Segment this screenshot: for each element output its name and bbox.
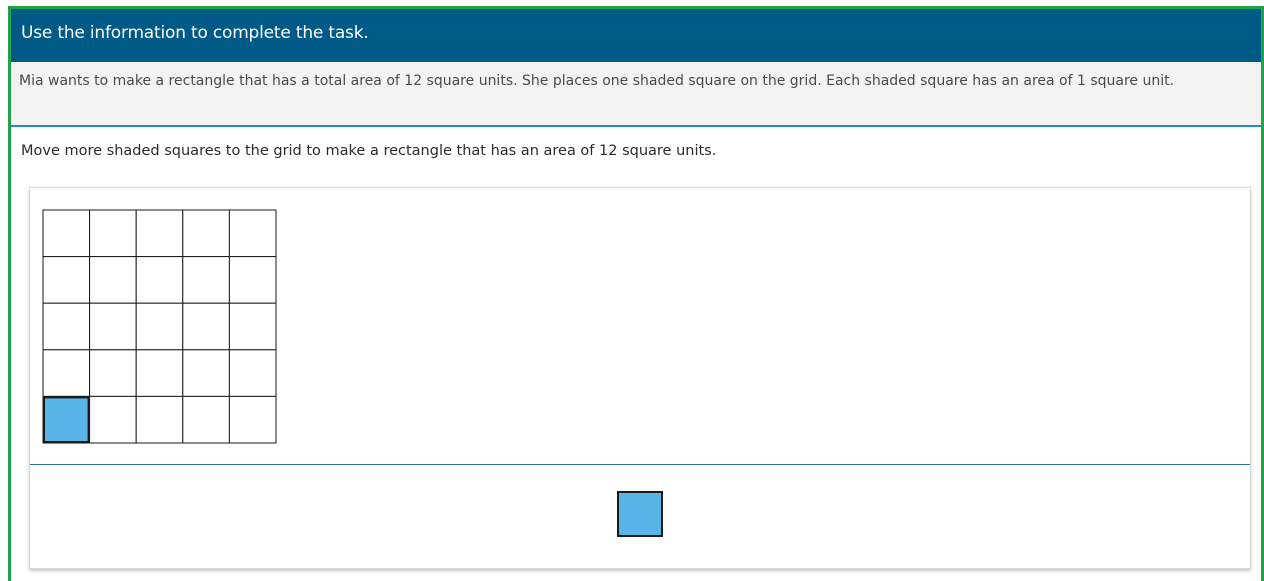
placement-grid[interactable] (42, 209, 278, 445)
grid-cell[interactable] (89, 349, 137, 397)
grid-cell[interactable] (182, 395, 230, 444)
placed-shaded-square[interactable] (43, 396, 90, 443)
grid-cell[interactable] (89, 256, 137, 304)
header-bar: Use the information to complete the task… (11, 9, 1261, 62)
grid-cell[interactable] (182, 302, 230, 351)
grid-cell[interactable] (182, 209, 230, 258)
grid-cell[interactable] (228, 302, 277, 351)
grid-cell[interactable] (135, 302, 184, 351)
workspace-divider (30, 464, 1250, 465)
stimulus-text: Mia wants to make a rectangle that has a… (11, 62, 1261, 127)
grid-cell[interactable] (89, 302, 137, 351)
grid-cell[interactable] (42, 349, 91, 397)
item-frame: Use the information to complete the task… (8, 6, 1264, 581)
header-title: Use the information to complete the task… (21, 23, 369, 43)
grid-cell[interactable] (42, 256, 91, 304)
grid-cell[interactable] (182, 349, 230, 397)
drag-drop-workspace (29, 187, 1251, 569)
grid-cell[interactable] (89, 209, 137, 258)
grid-cell[interactable] (228, 209, 277, 258)
grid-cell[interactable] (228, 395, 277, 444)
grid-cell[interactable] (135, 349, 184, 397)
grid-cell[interactable] (135, 395, 184, 444)
grid-cell[interactable] (228, 256, 277, 304)
grid-cell[interactable] (135, 209, 184, 258)
grid-cell[interactable] (42, 302, 91, 351)
grid-cell[interactable] (228, 349, 277, 397)
grid-cell[interactable] (89, 395, 137, 444)
grid-cell[interactable] (42, 209, 91, 258)
grid-cell[interactable] (135, 256, 184, 304)
grid-cell[interactable] (182, 256, 230, 304)
task-prompt: Move more shaded squares to the grid to … (21, 143, 717, 159)
shaded-square-source[interactable] (617, 491, 663, 537)
